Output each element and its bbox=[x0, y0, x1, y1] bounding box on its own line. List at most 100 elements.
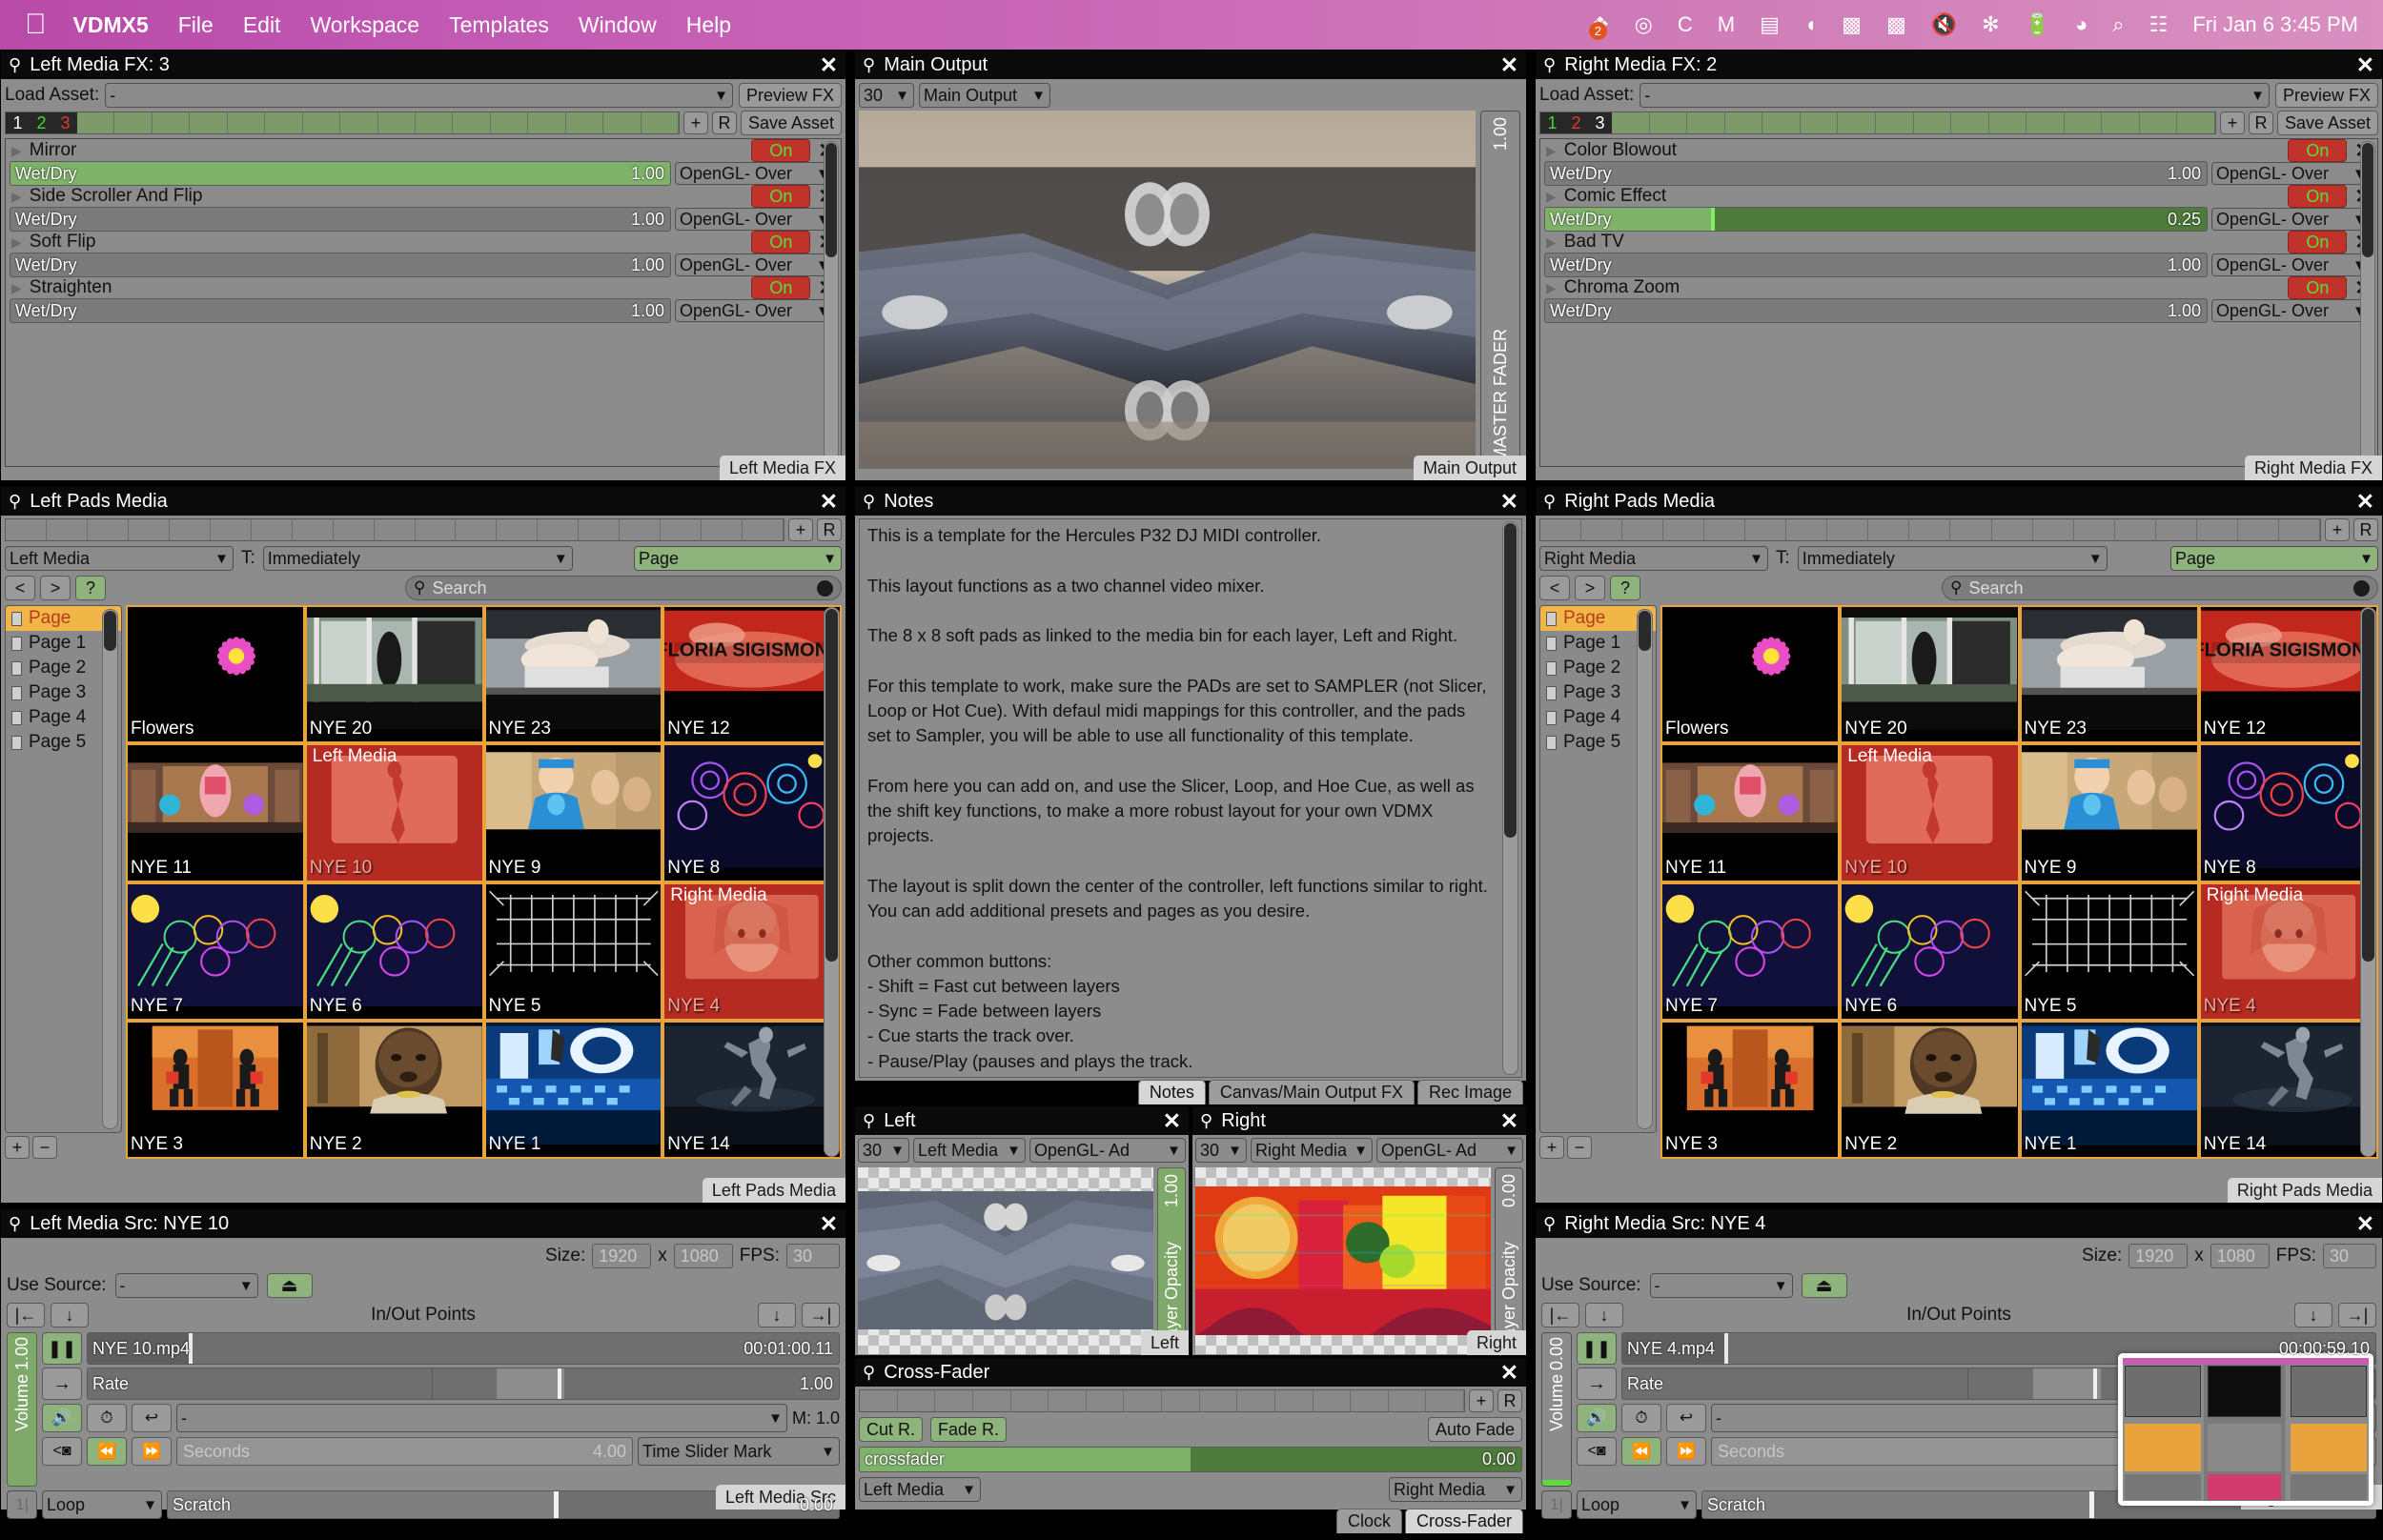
disclosure-triangle-icon[interactable]: ▶ bbox=[1546, 280, 1557, 296]
clip-cell[interactable]: NYE 9 bbox=[2019, 743, 2199, 882]
close-icon[interactable]: ✕ bbox=[1500, 1361, 1518, 1384]
preset-2[interactable]: 2 bbox=[1564, 112, 1588, 133]
page-list[interactable]: Page Page 1 Page 2 Page 3 Page 4 Page 5 bbox=[5, 605, 122, 1133]
fx-wetdry-slider[interactable]: Wet/Dry 1.00 bbox=[10, 298, 671, 323]
clip-cell[interactable]: NYE 14 bbox=[2198, 1020, 2378, 1159]
fx-blend-select[interactable]: OpenGL- Over▼ bbox=[2211, 253, 2372, 276]
search-icon[interactable]: ⚲ bbox=[863, 1111, 875, 1131]
step-back-icon[interactable]: <◙ bbox=[1577, 1437, 1617, 1466]
bluetooth-icon[interactable]: ✻ bbox=[1982, 14, 1999, 35]
search-icon[interactable]: ⚲ bbox=[863, 492, 875, 512]
close-icon[interactable]: ✕ bbox=[820, 490, 838, 513]
clip-cell[interactable]: NYE 7 bbox=[126, 881, 305, 1021]
clip-cell[interactable]: NYE 3 bbox=[126, 1020, 305, 1159]
backup-icon[interactable]: ▩ bbox=[1886, 14, 1906, 35]
remove-page-button[interactable]: − bbox=[1567, 1136, 1592, 1159]
fps-field[interactable]: 30 bbox=[786, 1244, 840, 1268]
fx-on-button[interactable]: On bbox=[751, 231, 811, 253]
menu-item-file[interactable]: File bbox=[178, 12, 214, 38]
clip-cell[interactable]: Right Media NYE 4 bbox=[662, 881, 842, 1021]
close-icon[interactable]: ✕ bbox=[1500, 53, 1518, 76]
clear-search-icon[interactable] bbox=[2353, 579, 2370, 597]
close-icon[interactable]: ✕ bbox=[2356, 490, 2374, 513]
search-icon[interactable]: ⚲ bbox=[863, 1363, 875, 1383]
wifi-icon[interactable]: ◕ bbox=[2075, 14, 2088, 35]
disclosure-triangle-icon[interactable]: ▶ bbox=[11, 280, 22, 296]
tab-rec-image[interactable]: Rec Image bbox=[1416, 1080, 1523, 1104]
clip-cell[interactable]: NYE 14 bbox=[662, 1020, 842, 1159]
left-fx-scrollbar[interactable] bbox=[824, 141, 839, 464]
right-pads-media-tab[interactable]: Right Pads Media bbox=[2227, 1178, 2382, 1203]
speaker-icon[interactable]: 🔊 bbox=[42, 1404, 82, 1432]
menu-bar-clock[interactable]: Fri Jan 6 3:45 PM bbox=[2192, 12, 2358, 37]
crossfader-preset-strip[interactable] bbox=[859, 1389, 1465, 1412]
page-group-select[interactable]: Page ▼ bbox=[2170, 546, 2378, 571]
save-asset-button[interactable]: Save Asset bbox=[740, 111, 842, 135]
layer-select[interactable]: Right Media ▼ bbox=[1539, 546, 1768, 571]
close-icon[interactable]: ✕ bbox=[2356, 53, 2374, 76]
clip-cell[interactable]: NYE 1 bbox=[2019, 1020, 2199, 1159]
menu-item-help[interactable]: Help bbox=[686, 12, 731, 38]
prev-page-button[interactable]: < bbox=[5, 576, 35, 600]
go-to-start-button[interactable]: |← bbox=[1541, 1303, 1579, 1327]
right-volume-slider[interactable]: 0.00 Volume bbox=[1541, 1332, 1572, 1487]
search-input[interactable]: Search bbox=[432, 578, 486, 598]
fx-wetdry-slider[interactable]: Wet/Dry 1.00 bbox=[10, 253, 671, 277]
layer-source-select[interactable]: Right Media ▼ bbox=[1251, 1138, 1373, 1163]
time-slider-mark-select[interactable]: Time Slider Mark ▼ bbox=[638, 1437, 840, 1466]
fps-field[interactable]: 30 bbox=[2323, 1244, 2376, 1268]
close-icon[interactable]: ✕ bbox=[1500, 1109, 1518, 1132]
fx-blend-select[interactable]: OpenGL- Over▼ bbox=[2211, 208, 2372, 231]
clip-cell[interactable]: Flowers bbox=[126, 605, 305, 744]
rewind-icon[interactable]: ⏪ bbox=[1621, 1437, 1661, 1466]
search-icon[interactable]: ⚲ bbox=[1543, 55, 1556, 75]
timer-icon[interactable]: ⏱ bbox=[1621, 1404, 1661, 1432]
fx-blend-select[interactable]: OpenGL- Over▼ bbox=[675, 253, 835, 276]
left-media-fx-tab[interactable]: Left Media FX bbox=[719, 456, 845, 480]
add-preset-button[interactable]: + bbox=[1469, 1389, 1494, 1412]
loop-mode-select[interactable]: Loop ▼ bbox=[42, 1490, 162, 1519]
clip-grid-scrollbar[interactable] bbox=[2360, 607, 2376, 1157]
menu-item-vdmx5[interactable]: VDMX5 bbox=[73, 12, 149, 38]
rewind-icon[interactable]: ⏪ bbox=[87, 1437, 127, 1466]
fx-on-button[interactable]: On bbox=[751, 139, 811, 162]
master-fader[interactable]: 1.00 MASTER FADER bbox=[1480, 111, 1520, 469]
use-source-select[interactable]: - ▼ bbox=[114, 1273, 258, 1298]
loop-back-icon[interactable]: ↩ bbox=[1666, 1404, 1706, 1432]
speaker-icon[interactable]: 🔊 bbox=[1577, 1404, 1617, 1432]
disclosure-triangle-icon[interactable]: ▶ bbox=[1546, 189, 1557, 205]
disclosure-triangle-icon[interactable]: ▶ bbox=[11, 189, 22, 205]
fx-wetdry-slider[interactable]: Wet/Dry 1.00 bbox=[10, 207, 671, 232]
menu-item-templates[interactable]: Templates bbox=[449, 12, 549, 38]
clip-cell[interactable]: NYE 6 bbox=[304, 881, 484, 1021]
layer-number-select[interactable]: 1| bbox=[7, 1490, 37, 1519]
tab-canvas-main-output-fx[interactable]: Canvas/Main Output FX bbox=[1208, 1080, 1415, 1104]
preset-strip[interactable]: 1 2 3 bbox=[1539, 111, 2216, 134]
left-rate-slider[interactable]: Rate 1.00 bbox=[87, 1368, 840, 1400]
fx-blend-select[interactable]: OpenGL- Over▼ bbox=[2211, 299, 2372, 322]
add-page-button[interactable]: + bbox=[1539, 1136, 1564, 1159]
disk-icon[interactable]: ▩ bbox=[1842, 14, 1862, 35]
clip-cell[interactable]: NYE 9 bbox=[483, 743, 663, 882]
step-back-icon[interactable]: <◙ bbox=[42, 1437, 82, 1466]
fx-wetdry-slider[interactable]: Wet/Dry 0.25 bbox=[1544, 207, 2208, 232]
clip-cell[interactable]: Left Media NYE 10 bbox=[1840, 743, 2020, 882]
reset-preset-button[interactable]: R bbox=[817, 518, 842, 541]
malwarebytes-icon[interactable]: M bbox=[1718, 14, 1735, 35]
trigger-mode-select[interactable]: Immediately ▼ bbox=[1797, 546, 2108, 571]
fx-wetdry-slider[interactable]: Wet/Dry 1.00 bbox=[1544, 253, 2208, 277]
main-output-preview[interactable] bbox=[859, 111, 1476, 469]
pause-button[interactable]: ❚❚ bbox=[1577, 1332, 1617, 1365]
workspace-thumbnail-overlay[interactable] bbox=[2118, 1353, 2373, 1506]
clip-cell[interactable]: NYE 5 bbox=[2019, 881, 2199, 1021]
clip-cell[interactable]: NYE 11 bbox=[1660, 743, 1841, 882]
add-preset-button[interactable]: + bbox=[682, 111, 708, 134]
fast-forward-icon[interactable]: ⏩ bbox=[132, 1437, 172, 1466]
page-list-scrollbar[interactable] bbox=[1637, 609, 1653, 1129]
use-source-select[interactable]: - ▼ bbox=[1649, 1273, 1793, 1298]
control-center-icon[interactable]: ☷ bbox=[2149, 14, 2169, 35]
blend-mode-select[interactable]: OpenGL- Ad ▼ bbox=[1029, 1138, 1186, 1163]
clip-grid-scrollbar[interactable] bbox=[824, 607, 840, 1157]
fps-select[interactable]: 30 ▼ bbox=[1195, 1138, 1247, 1163]
left-pads-media-tab[interactable]: Left Pads Media bbox=[702, 1178, 845, 1203]
